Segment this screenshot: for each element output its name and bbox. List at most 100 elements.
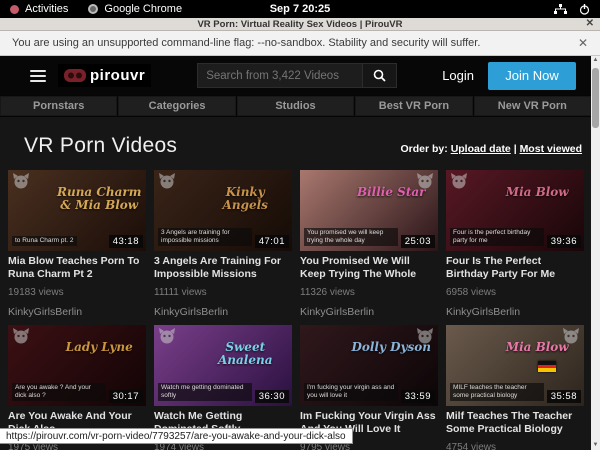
video-title-link[interactable]: You Promised We Will Keep Trying The Who… xyxy=(300,255,438,280)
video-thumbnail[interactable]: Billie Star You promised we will keep tr… xyxy=(300,170,438,251)
video-thumbnail[interactable]: Lady Lyne Are you awake ? And your dick … xyxy=(8,325,146,406)
video-grid: Runa Charm & Mia Blow to Runa Charm pt. … xyxy=(8,170,600,450)
order-by-label: Order by: xyxy=(401,143,448,155)
site-navbar: pirouvr Login Join Now xyxy=(0,56,600,95)
window-title: VR Porn: Virtual Reality Sex Videos | Pi… xyxy=(197,19,402,30)
video-thumbnail[interactable]: Kinky Angels 3 Angels are training for i… xyxy=(154,170,292,251)
german-flag-icon xyxy=(538,361,556,372)
scrollbar-thumb[interactable] xyxy=(592,68,599,128)
order-by-most-viewed-link[interactable]: Most viewed xyxy=(520,143,582,155)
thumbnail-caption: Are you awake ? And your dick also ? xyxy=(12,383,106,401)
network-icon[interactable] xyxy=(554,4,567,15)
video-studio-link[interactable]: KinkyGirlsBerlin xyxy=(154,306,292,318)
page-content: pirouvr Login Join Now PornstarsCategori… xyxy=(0,56,600,450)
thumbnail-performer-name: Mia Blow xyxy=(494,186,580,199)
video-thumbnail[interactable]: Sweet Analena Watch me getting dominated… xyxy=(154,325,292,406)
video-thumbnail[interactable]: Mia Blow MILF teaches the teacher some p… xyxy=(446,325,584,406)
hamburger-menu-icon[interactable] xyxy=(30,70,46,82)
video-studio-link[interactable]: KinkyGirlsBerlin xyxy=(300,306,438,318)
thumbnail-caption: MILF teaches the teacher some practical … xyxy=(450,383,544,401)
thumbnail-performer-name: Lady Lyne xyxy=(56,341,142,354)
thumbnail-caption: 3 Angels are training for impossible mis… xyxy=(158,228,252,246)
thumbnail-performer-name: Sweet Analena xyxy=(202,341,288,367)
thumbnail-caption: I'm fucking your virgin ass and you will… xyxy=(304,383,398,401)
search-button[interactable] xyxy=(363,63,397,88)
video-title-link[interactable]: 3 Angels Are Training For Impossible Mis… xyxy=(154,255,292,280)
video-studio-link[interactable]: KinkyGirlsBerlin xyxy=(8,306,146,318)
thumbnail-performer-name: Kinky Angels xyxy=(202,186,288,212)
video-views: 6958 views xyxy=(446,287,584,298)
order-by: Order by: Upload date | Most viewed xyxy=(401,143,583,155)
video-views: 11111 views xyxy=(154,287,292,298)
login-link[interactable]: Login xyxy=(442,68,474,83)
site-logo[interactable]: pirouvr xyxy=(58,64,151,87)
scrollbar-up-arrow[interactable]: ▲ xyxy=(593,56,599,65)
window-close-button[interactable]: ✕ xyxy=(586,18,594,29)
heading-row: VR Porn Videos Order by: Upload date | M… xyxy=(0,117,600,166)
system-top-bar: Sep 7 20:25 Activities Google Chrome xyxy=(0,0,600,18)
studio-cat-mask-icon xyxy=(450,173,468,189)
video-studio-link[interactable]: KinkyGirlsBerlin xyxy=(446,306,584,318)
system-clock[interactable]: Sep 7 20:25 xyxy=(0,3,600,15)
video-duration-badge: 25:03 xyxy=(401,235,435,248)
site-logo-text: pirouvr xyxy=(90,67,145,84)
thumbnail-caption: to Runa Charm pt. 2 xyxy=(12,236,77,246)
page-scrollbar[interactable]: ▲ ▼ xyxy=(591,56,600,450)
video-thumbnail[interactable]: Dolly Dyson I'm fucking your virgin ass … xyxy=(300,325,438,406)
order-by-separator: | xyxy=(511,143,520,155)
thumbnail-performer-name: Runa Charm & Mia Blow xyxy=(56,186,142,212)
power-icon[interactable] xyxy=(579,4,590,15)
chrome-infobar: You are using an unsupported command-lin… xyxy=(0,31,600,56)
infobar-close-icon[interactable]: ✕ xyxy=(578,36,588,50)
window-title-bar: VR Porn: Virtual Reality Sex Videos | Pi… xyxy=(0,18,600,31)
video-title-link[interactable]: Milf Teaches The Teacher Some Practical … xyxy=(446,410,584,435)
video-duration-badge: 39:36 xyxy=(547,235,581,248)
join-now-button[interactable]: Join Now xyxy=(488,62,576,90)
thumbnail-caption: You promised we will keep trying the who… xyxy=(304,228,398,246)
search-icon xyxy=(373,69,386,82)
menu-item-new-vr-porn[interactable]: New VR Porn xyxy=(474,96,591,116)
video-duration-badge: 43:18 xyxy=(109,235,143,248)
video-thumbnail[interactable]: Runa Charm & Mia Blow to Runa Charm pt. … xyxy=(8,170,146,251)
video-thumbnail[interactable]: Mia Blow Four is the perfect birthday pa… xyxy=(446,170,584,251)
video-duration-badge: 47:01 xyxy=(255,235,289,248)
video-title-link[interactable]: Mia Blow Teaches Porn To Runa Charm Pt 2 xyxy=(8,255,146,280)
search-bar xyxy=(197,63,397,88)
scrollbar-down-arrow[interactable]: ▼ xyxy=(593,441,599,450)
studio-cat-mask-icon xyxy=(158,328,176,344)
screen: Sep 7 20:25 Activities Google Chrome VR … xyxy=(0,0,600,450)
video-views: 19183 views xyxy=(8,287,146,298)
video-card[interactable]: Kinky Angels 3 Angels are training for i… xyxy=(154,170,292,318)
video-card[interactable]: Mia Blow MILF teaches the teacher some p… xyxy=(446,325,584,450)
thumbnail-caption: Watch me getting dominated softly xyxy=(158,383,252,401)
video-duration-badge: 30:17 xyxy=(109,390,143,403)
menu-item-pornstars[interactable]: Pornstars xyxy=(0,96,117,116)
menu-item-best-vr-porn[interactable]: Best VR Porn xyxy=(355,96,472,116)
menu-item-studios[interactable]: Studios xyxy=(237,96,354,116)
video-views: 11326 views xyxy=(300,287,438,298)
thumbnail-performer-name: Mia Blow xyxy=(494,341,580,354)
thumbnail-caption: Four is the perfect birthday party for m… xyxy=(450,228,544,246)
video-duration-badge: 33:59 xyxy=(401,390,435,403)
main-menu: PornstarsCategoriesStudiosBest VR PornNe… xyxy=(0,95,591,117)
video-duration-badge: 36:30 xyxy=(255,390,289,403)
video-card[interactable]: Mia Blow Four is the perfect birthday pa… xyxy=(446,170,584,318)
studio-cat-mask-icon xyxy=(12,328,30,344)
video-views: 4754 views xyxy=(446,442,584,450)
vr-headset-icon xyxy=(64,69,86,82)
video-card[interactable]: Billie Star You promised we will keep tr… xyxy=(300,170,438,318)
menu-item-categories[interactable]: Categories xyxy=(118,96,235,116)
video-duration-badge: 35:58 xyxy=(547,390,581,403)
infobar-message: You are using an unsupported command-lin… xyxy=(12,37,480,49)
status-url-text: https://pirouvr.com/vr-porn-video/779325… xyxy=(6,431,346,442)
status-url-tooltip: https://pirouvr.com/vr-porn-video/779325… xyxy=(0,428,353,444)
video-card[interactable]: Runa Charm & Mia Blow to Runa Charm pt. … xyxy=(8,170,146,318)
order-by-upload-date-link[interactable]: Upload date xyxy=(451,143,511,155)
search-input[interactable] xyxy=(197,63,363,88)
video-title-link[interactable]: Four Is The Perfect Birthday Party For M… xyxy=(446,255,584,280)
thumbnail-performer-name: Billie Star xyxy=(348,186,434,199)
studio-cat-mask-icon xyxy=(12,173,30,189)
page-title: VR Porn Videos xyxy=(24,134,177,158)
studio-cat-mask-icon xyxy=(158,173,176,189)
thumbnail-performer-name: Dolly Dyson xyxy=(348,341,434,354)
